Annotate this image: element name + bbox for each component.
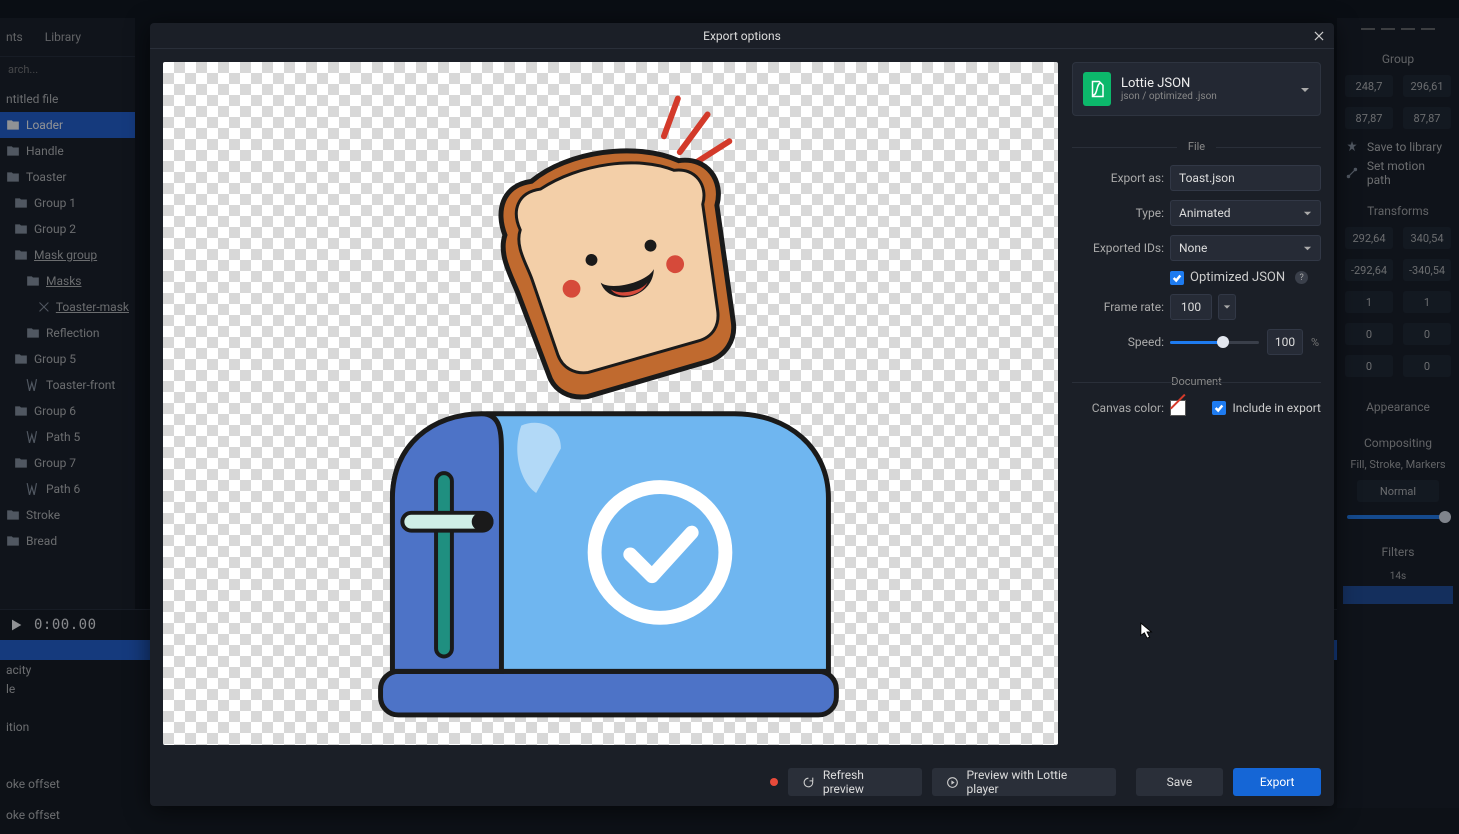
layer-handle[interactable]: Handle [0,138,135,164]
canvas-color-label: Canvas color: [1072,401,1164,415]
prop-w[interactable]: 87,87 [1345,107,1393,129]
prop-x[interactable]: 248,7 [1345,75,1393,97]
export-button[interactable]: Export [1233,768,1321,796]
layer-tree: ntitled file Loader Handle Toaster Group… [0,82,135,554]
panel-tab-elements[interactable]: nts [6,30,23,44]
section-file: File [1072,140,1321,153]
play-icon[interactable] [8,617,24,633]
export-as-input[interactable]: Toast.json [1170,165,1321,191]
speed-label: Speed: [1072,335,1164,349]
layer-stroke[interactable]: Stroke [0,502,135,528]
prop-0c[interactable]: 0 [1345,355,1393,377]
canvas-color-swatch[interactable] [1170,400,1186,416]
prop-tx1[interactable]: 292,64 [1345,227,1393,249]
dialog-header: Export options [150,23,1334,49]
help-icon[interactable]: ? [1295,271,1308,284]
close-button[interactable] [1308,25,1330,47]
layer-group6[interactable]: Group 6 [0,398,135,424]
prop-transforms-title: Transforms [1337,186,1459,222]
timecode: 0:00.00 [34,617,97,633]
layer-group5[interactable]: Group 5 [0,346,135,372]
layer-group7[interactable]: Group 7 [0,450,135,476]
prop-filters-title: Filters [1337,527,1459,563]
exported-ids-label: Exported IDs: [1072,241,1164,255]
dialog-footer: Refresh preview Preview with Lottie play… [150,758,1334,806]
prop-blend[interactable]: Normal [1357,480,1439,502]
speed-unit: % [1311,336,1321,349]
export-options-dialog: Export options [150,23,1334,806]
type-select[interactable]: Animated [1170,200,1321,226]
prop-appearance-title: Appearance [1337,382,1459,418]
layer-loader[interactable]: Loader [0,112,135,138]
layer-masks[interactable]: Masks [0,268,135,294]
frame-rate-stepper[interactable] [1218,294,1236,320]
prop-1b[interactable]: 1 [1403,291,1451,313]
layer-reflection[interactable]: Reflection [0,320,135,346]
layers-panel: nts Library arch... ntitled file Loader … [0,18,135,808]
layers-search[interactable]: arch... [0,57,135,82]
save-to-library-button[interactable]: Save to library [1337,134,1459,160]
layer-bread[interactable]: Bread [0,528,135,554]
section-document: Document [1072,375,1321,388]
format-name: Lottie JSON [1121,76,1290,91]
prop-0a[interactable]: 0 [1345,323,1393,345]
include-in-export-label: Include in export [1232,401,1321,415]
frame-rate-label: Frame rate: [1072,300,1164,314]
prop-y[interactable]: 296,61 [1403,75,1451,97]
layer-toaster-mask[interactable]: Toaster-mask [0,294,135,320]
prop-tx2[interactable]: -292,64 [1345,259,1393,281]
tl-offset2[interactable]: oke offset [0,805,1459,824]
layer-untitled[interactable]: ntitled file [0,86,135,112]
optimized-json-checkbox[interactable] [1170,271,1184,285]
layer-group2[interactable]: Group 2 [0,216,135,242]
prop-h[interactable]: 87,87 [1403,107,1451,129]
refresh-preview-button[interactable]: Refresh preview [788,768,922,796]
format-selector[interactable]: Lottie JSON json / optimized .json [1072,62,1321,116]
prop-compositing-title: Compositing [1337,418,1459,454]
layer-toaster[interactable]: Toaster [0,164,135,190]
frame-rate-input[interactable]: 100 [1170,294,1212,320]
time-ruler-label: 14s [1337,571,1459,582]
layer-toaster-front[interactable]: Toaster-front [0,372,135,398]
prop-1a[interactable]: 1 [1345,291,1393,313]
set-motion-path-button[interactable]: Set motion path [1337,160,1459,186]
lottie-json-icon [1083,72,1111,106]
play-circle-icon [946,776,959,789]
layer-mask-group[interactable]: Mask group [0,242,135,268]
prop-0b[interactable]: 0 [1403,323,1451,345]
layer-path5[interactable]: Path 5 [0,424,135,450]
save-button[interactable]: Save [1136,768,1224,796]
chevron-down-icon [1303,209,1312,218]
speed-value[interactable]: 100 [1267,329,1303,355]
type-label: Type: [1072,206,1164,220]
chevron-down-icon [1300,84,1310,94]
panel-tabs: nts Library [0,18,135,57]
preview-canvas [163,62,1058,745]
chevron-down-icon [1303,244,1312,253]
prop-ty2[interactable]: -340,54 [1403,259,1451,281]
status-dot-icon [770,778,778,786]
close-icon [1312,29,1326,43]
preview-artwork [163,62,1058,745]
prop-group-title: Group [1337,34,1459,70]
dialog-title: Export options [703,29,781,43]
prop-fill-stroke: Fill, Stroke, Markers [1337,454,1459,475]
include-in-export-checkbox[interactable] [1212,401,1226,415]
export-as-label: Export as: [1072,171,1164,185]
refresh-icon [802,776,815,789]
optimized-json-label: Optimized JSON [1190,270,1285,285]
prop-ty1[interactable]: 340,54 [1403,227,1451,249]
layer-group1[interactable]: Group 1 [0,190,135,216]
format-subtitle: json / optimized .json [1121,91,1290,102]
exported-ids-select[interactable]: None [1170,235,1321,261]
export-options-panel: Lottie JSON json / optimized .json File … [1072,62,1321,745]
prop-0d[interactable]: 0 [1403,355,1451,377]
preview-lottie-player-button[interactable]: Preview with Lottie player [932,768,1116,796]
panel-tab-library[interactable]: Library [45,30,81,44]
layer-path6[interactable]: Path 6 [0,476,135,502]
properties-panel: Group 248,7 296,61 87,87 87,87 Save to lib… [1337,18,1459,808]
speed-slider[interactable] [1170,334,1259,350]
